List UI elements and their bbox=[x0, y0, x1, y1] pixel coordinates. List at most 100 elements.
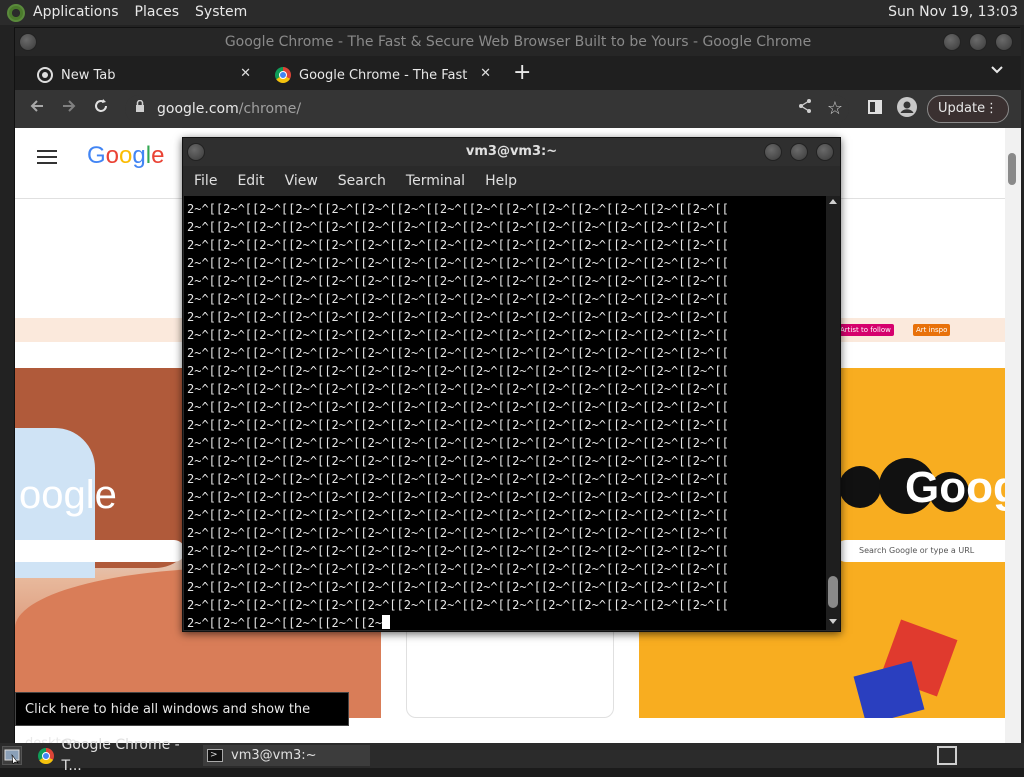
chip-artist-to-follow[interactable]: Artist to follow bbox=[837, 324, 894, 336]
terminal-line: 2~^[[2~^[[2~^[[2~^[[2~^[[2~^[[2~^[[2~^[[… bbox=[187, 346, 729, 360]
chrome-titlebar[interactable]: Google Chrome - The Fast & Secure Web Br… bbox=[15, 28, 1021, 56]
tab-search-chevron-icon[interactable] bbox=[991, 62, 1003, 78]
lock-icon[interactable] bbox=[135, 100, 145, 112]
tab-close-icon[interactable]: ✕ bbox=[240, 66, 251, 81]
show-desktop-button[interactable] bbox=[2, 746, 22, 765]
terminal-line: 2~^[[2~^[[2~^[[2~^[[2~^[[2~^[[2~^[[2~^[[… bbox=[187, 598, 729, 612]
menu-edit[interactable]: Edit bbox=[226, 173, 273, 189]
terminal-cursor bbox=[382, 615, 391, 629]
terminal-line: 2~^[[2~^[[2~^[[2~^[[2~^[[2~^[[2~^[[2~^[[… bbox=[187, 562, 729, 576]
terminal-title: vm3@vm3:~ bbox=[465, 144, 558, 159]
taskbar-item-label: vm3@vm3:~ bbox=[231, 748, 317, 763]
menu-search[interactable]: Search bbox=[327, 173, 395, 189]
chip-art-inspo[interactable]: Art inspo bbox=[913, 324, 951, 336]
forward-arrow-icon[interactable] bbox=[57, 97, 81, 121]
terminal-prompt-line: 2~^[[2~^[[2~^[[2~^[[2~^[[2~ bbox=[187, 614, 826, 630]
distro-logo-icon[interactable] bbox=[7, 3, 25, 22]
profile-avatar-icon[interactable] bbox=[895, 97, 919, 121]
terminal-line: 2~^[[2~^[[2~^[[2~^[[2~^[[2~^[[2~^[[2~^[[… bbox=[187, 400, 729, 414]
reload-icon[interactable] bbox=[89, 97, 113, 121]
close-window-icon[interactable] bbox=[995, 33, 1013, 51]
terminal-line: 2~^[[2~^[[2~^[[2~^[[2~^[[2~^[[2~^[[2~^[[… bbox=[187, 292, 729, 306]
menu-terminal[interactable]: Terminal bbox=[395, 173, 474, 189]
terminal-scrollbar[interactable] bbox=[826, 196, 840, 630]
theme-card-white[interactable] bbox=[406, 618, 614, 718]
terminal-icon bbox=[207, 745, 223, 766]
terminal-line: 2~^[[2~^[[2~^[[2~^[[2~^[[2~^[[2~^[[2~^[[… bbox=[187, 454, 729, 468]
top-panel: Applications Places System Sun Nov 19, 1… bbox=[0, 0, 1024, 25]
terminal-line: 2~^[[2~^[[2~^[[2~^[[2~^[[2~^[[2~^[[2~^[[… bbox=[187, 256, 729, 270]
terminal-menubar: File Edit View Search Terminal Help bbox=[183, 166, 840, 196]
terminal-line: 2~^[[2~^[[2~^[[2~^[[2~^[[2~^[[2~^[[2~^[[… bbox=[187, 436, 729, 450]
bottom-taskbar: Google Chrome - T... vm3@vm3:~ bbox=[0, 737, 1024, 774]
taskbar-item-chrome[interactable]: Google Chrome - T... bbox=[34, 737, 200, 774]
chrome-toolbar: google.com/chrome/ ☆ Update ⋮ bbox=[15, 90, 1021, 128]
terminal-line: 2~^[[2~^[[2~^[[2~^[[2~^[[2~^[[2~^[[2~^[[… bbox=[187, 544, 729, 558]
minimize-icon[interactable] bbox=[764, 143, 782, 161]
page-scroll-thumb[interactable] bbox=[1008, 153, 1016, 185]
terminal-output[interactable]: 2~^[[2~^[[2~^[[2~^[[2~^[[2~^[[2~^[[2~^[[… bbox=[184, 196, 826, 630]
left-google-text: oogle bbox=[19, 473, 117, 517]
back-arrow-icon[interactable] bbox=[25, 97, 49, 121]
new-tab-favicon-icon bbox=[37, 67, 53, 83]
taskbar-item-label: Google Chrome - T... bbox=[61, 736, 180, 774]
chrome-icon bbox=[38, 747, 54, 764]
address-bar[interactable]: google.com/chrome/ bbox=[125, 95, 849, 123]
terminal-line: 2~^[[2~^[[2~^[[2~^[[2~^[[2~^[[2~^[[2~^[[… bbox=[187, 526, 729, 540]
tab-label: Google Chrome - The Fast & S bbox=[299, 67, 469, 83]
minimize-icon[interactable] bbox=[943, 33, 961, 51]
terminal-scroll-thumb[interactable] bbox=[828, 576, 838, 608]
close-window-icon[interactable] bbox=[816, 143, 834, 161]
terminal-line: 2~^[[2~^[[2~^[[2~^[[2~^[[2~^[[2~^[[2~^[[… bbox=[187, 364, 729, 378]
url-host: google.com bbox=[157, 101, 239, 117]
terminal-line: 2~^[[2~^[[2~^[[2~^[[2~^[[2~^[[2~^[[2~^[[… bbox=[187, 274, 729, 288]
terminal-line: 2~^[[2~^[[2~^[[2~^[[2~^[[2~^[[2~^[[2~^[[… bbox=[187, 202, 729, 216]
terminal-line: 2~^[[2~^[[2~^[[2~^[[2~^[[2~^[[2~^[[2~^[[… bbox=[187, 472, 729, 486]
show-desktop-tooltip: Click here to hide all windows and show … bbox=[15, 692, 349, 751]
scroll-up-arrow-icon[interactable] bbox=[829, 199, 837, 204]
terminal-line: 2~^[[2~^[[2~^[[2~^[[2~^[[2~^[[2~^[[2~^[[… bbox=[187, 382, 729, 396]
workspace-switcher[interactable] bbox=[937, 746, 957, 765]
tab-new-tab[interactable]: New Tab ✕ bbox=[23, 60, 261, 90]
black-blob bbox=[839, 466, 881, 508]
terminal-line: 2~^[[2~^[[2~^[[2~^[[2~^[[2~^[[2~^[[2~^[[… bbox=[187, 310, 729, 324]
right-search-box: Search Google or type a URL bbox=[835, 540, 1005, 562]
tab-google-chrome[interactable]: Google Chrome - The Fast & S ✕ bbox=[261, 60, 501, 90]
tab-close-icon[interactable]: ✕ bbox=[480, 66, 491, 81]
window-menu-icon[interactable] bbox=[187, 143, 205, 161]
maximize-icon[interactable] bbox=[790, 143, 808, 161]
url-path: /chrome/ bbox=[238, 101, 302, 117]
menu-view[interactable]: View bbox=[274, 173, 327, 189]
system-menu[interactable]: System bbox=[187, 0, 255, 25]
window-menu-icon[interactable] bbox=[19, 33, 37, 51]
applications-menu[interactable]: Applications bbox=[25, 0, 127, 25]
bookmark-star-icon[interactable]: ☆ bbox=[823, 97, 847, 121]
side-panel-icon[interactable] bbox=[863, 97, 887, 121]
menu-file[interactable]: File bbox=[183, 173, 226, 189]
terminal-line: 2~^[[2~^[[2~^[[2~^[[2~^[[2~^[[2~^[[2~^[[… bbox=[187, 508, 729, 522]
google-logo[interactable]: Google bbox=[87, 142, 164, 170]
more-menu-icon[interactable]: ⋮ bbox=[985, 96, 998, 122]
taskbar-item-terminal[interactable]: vm3@vm3:~ bbox=[203, 745, 370, 766]
places-menu[interactable]: Places bbox=[127, 0, 188, 25]
new-tab-button[interactable]: + bbox=[513, 60, 531, 85]
right-google-text: Goog bbox=[905, 463, 1005, 512]
maximize-icon[interactable] bbox=[969, 33, 987, 51]
menu-help[interactable]: Help bbox=[474, 173, 526, 189]
blue-shape bbox=[853, 661, 925, 718]
terminal-last-line: 2~^[[2~^[[2~^[[2~^[[2~^[[2~ bbox=[187, 616, 383, 630]
scroll-down-arrow-icon[interactable] bbox=[829, 619, 837, 624]
chrome-favicon-icon bbox=[275, 67, 291, 83]
chrome-window-title: Google Chrome - The Fast & Secure Web Br… bbox=[224, 34, 812, 50]
terminal-titlebar[interactable]: vm3@vm3:~ bbox=[183, 138, 840, 166]
update-button[interactable]: Update ⋮ bbox=[927, 95, 1009, 123]
share-icon[interactable] bbox=[793, 97, 817, 121]
terminal-line: 2~^[[2~^[[2~^[[2~^[[2~^[[2~^[[2~^[[2~^[[… bbox=[187, 580, 729, 594]
terminal-line: 2~^[[2~^[[2~^[[2~^[[2~^[[2~^[[2~^[[2~^[[… bbox=[187, 490, 729, 504]
tab-label: New Tab bbox=[61, 67, 116, 83]
page-scrollbar[interactable] bbox=[1005, 128, 1021, 744]
update-label: Update bbox=[938, 101, 986, 116]
hamburger-menu-icon[interactable] bbox=[37, 150, 57, 164]
terminal-line: 2~^[[2~^[[2~^[[2~^[[2~^[[2~^[[2~^[[2~^[[… bbox=[187, 328, 729, 342]
clock[interactable]: Sun Nov 19, 13:03 bbox=[888, 0, 1018, 25]
